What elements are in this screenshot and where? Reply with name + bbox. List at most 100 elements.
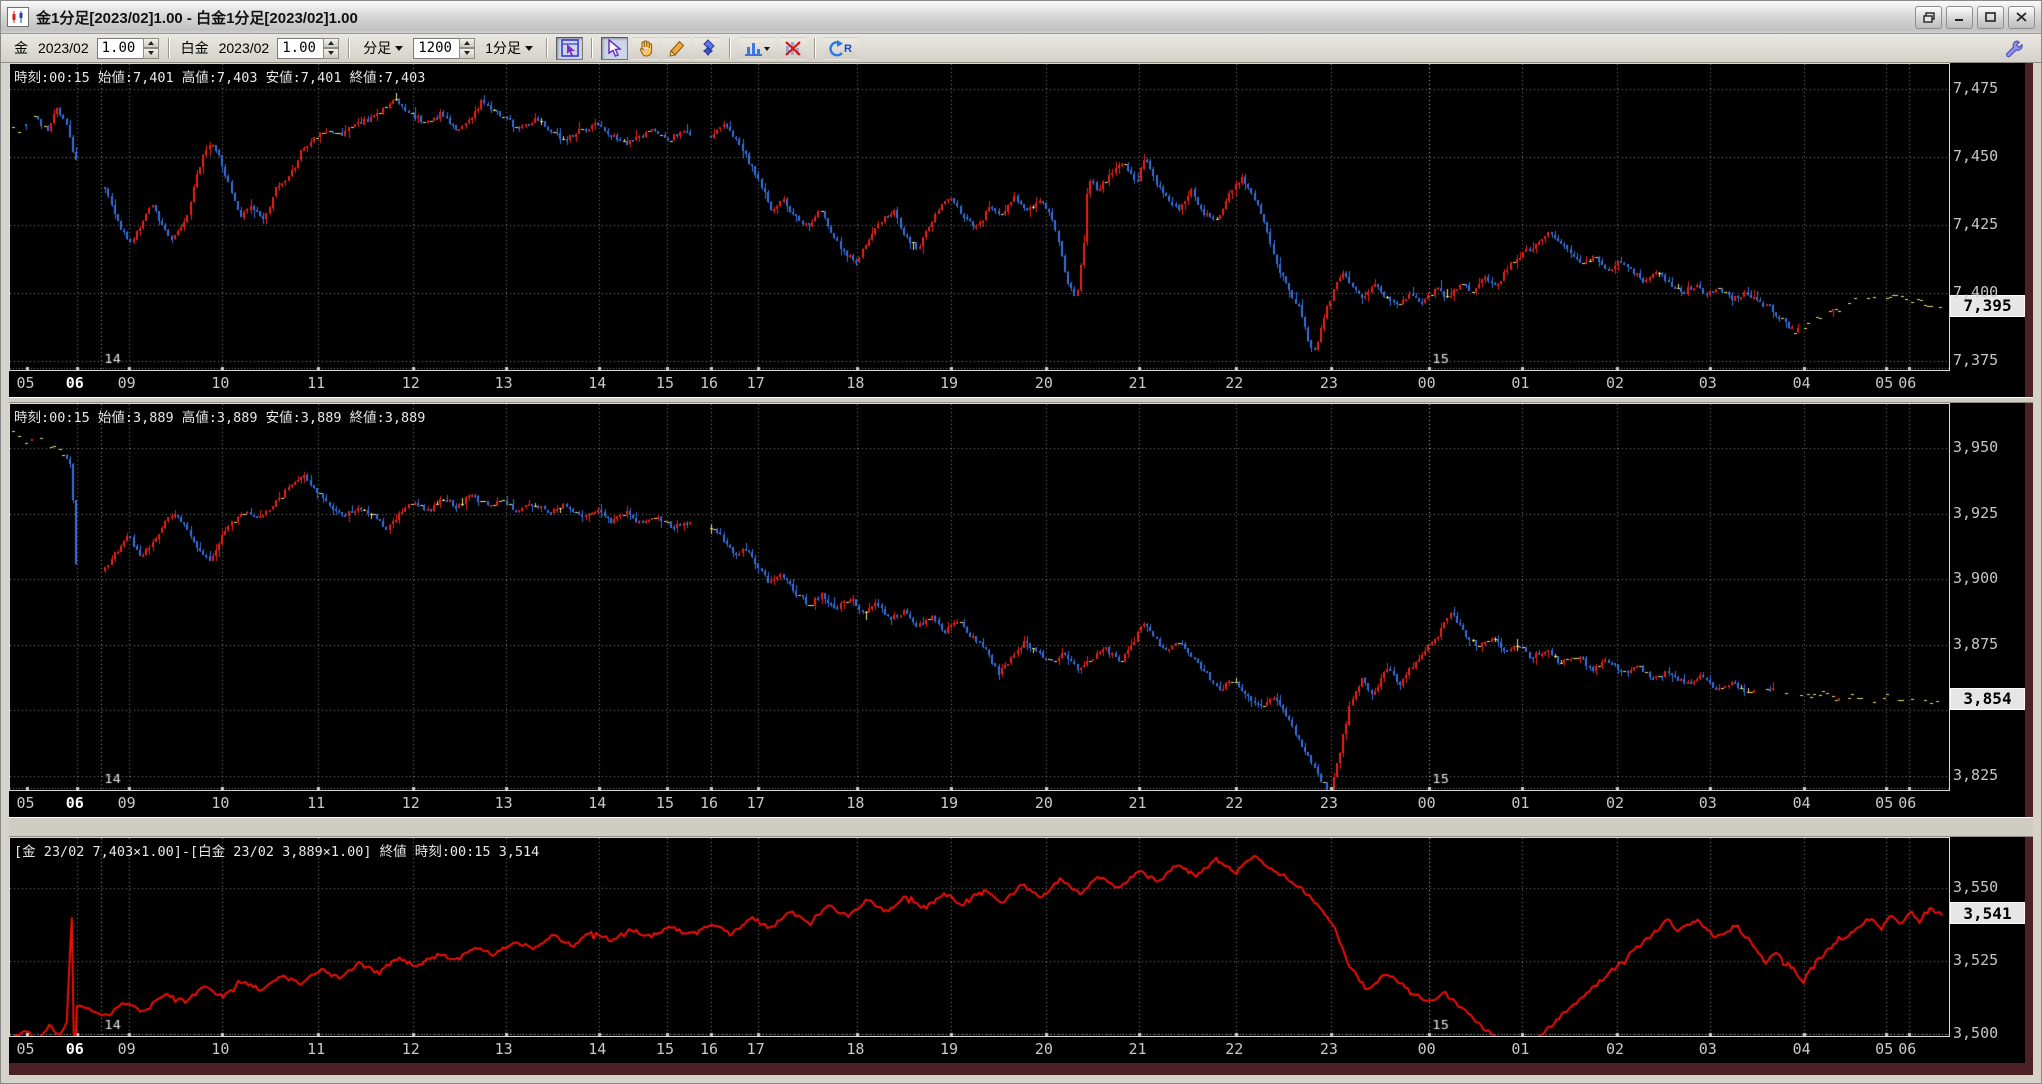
y-tick-label: 3,825 [1953,766,1999,785]
x-tick-label: 19 [939,374,959,392]
toolbar-separator [546,38,549,58]
platinum-chart-panel: 時刻:00:15 始値:3,889 高値:3,889 安値:3,889 終値:3… [9,403,2025,817]
maximize-button[interactable] [1977,5,2004,29]
pointer-icon [607,39,622,57]
x-tick-label: 17 [746,374,765,392]
x-tick-label: 10 [211,374,230,392]
chart-cursor-tool-button[interactable] [556,36,584,60]
x-tick-label: 04 [1792,794,1811,812]
window-title: 金1分足[2023/02]1.00 - 白金1分足[2023/02]1.00 [36,9,358,27]
x-tick-label: 03 [1698,374,1717,392]
up-arrow-icon [464,40,471,45]
platinum-ratio-up-button[interactable] [323,37,340,48]
chevron-down-icon [525,45,534,51]
y-tick-label: 3,950 [1953,438,1999,457]
axis-corner [1950,371,2025,397]
gold-ratio-down-button[interactable] [142,48,159,59]
bar-chart-icon [745,43,771,56]
toolbar: 金 2023/02 1.00 白金 2023/02 1.00 分足 1200 1… [1,34,2041,63]
bar-count-up-button[interactable] [459,37,476,48]
platinum-ratio-value[interactable]: 1.00 [277,37,324,59]
bar-count-value[interactable]: 1200 [413,37,460,59]
up-arrow-icon [147,40,154,45]
y-tick-label: 7,375 [1953,351,1999,370]
gold-chart-canvas[interactable] [10,64,1949,370]
down-arrow-icon [464,51,471,56]
x-tick-label: 05 [16,794,35,812]
refresh-icon: R [829,40,852,57]
x-tick-label: 21 [1128,1040,1147,1058]
platinum-symbol-label: 白金 [180,40,209,56]
platinum-chart-canvas[interactable] [10,404,1949,790]
app-candlestick-icon [7,7,29,27]
minimize-button[interactable] [1946,5,1973,29]
x-tick-label: 06 [1898,1040,1917,1058]
cascade-window-button[interactable] [1915,5,1942,29]
x-tick-label: 01 [1511,794,1530,812]
x-tick-label: 09 [117,794,136,812]
x-tick-label: 12 [401,374,420,392]
x-tick-label: 19 [939,794,959,812]
x-tick-label: 05 [16,374,35,392]
hand-pan-tool-button[interactable] [632,36,660,60]
x-tick-label: 00 [1417,794,1436,812]
interval-dropdown[interactable]: 1分足 [482,36,536,60]
marker-move-icon [702,39,715,56]
spread-current-price-box: 3,541 [1950,902,2025,925]
toolbar-separator [348,38,351,58]
toolbar-separator [729,38,732,58]
refresh-chart-button[interactable]: R [824,36,859,60]
platinum-ratio-down-button[interactable] [323,48,340,59]
spread-plot-area[interactable]: [金 23/02 7,403×1.00]-[白金 23/02 3,889×1.0… [9,837,1950,1037]
x-tick-label: 05 [1875,794,1894,812]
x-tick-label: 06 [65,1040,84,1058]
title-bar[interactable]: 金1分足[2023/02]1.00 - 白金1分足[2023/02]1.00 [1,1,2041,34]
x-tick-label: 01 [1511,1040,1530,1058]
x-tick-label: 13 [494,374,513,392]
pencil-tool-button[interactable] [663,36,691,60]
app-window: 金1分足[2023/02]1.00 - 白金1分足[2023/02]1.00 金… [0,0,2042,1084]
x-tick-label: 18 [846,1040,865,1058]
wrench-icon [2006,39,2023,57]
chart-style-button[interactable] [739,36,776,60]
x-tick-label: 12 [401,794,420,812]
x-tick-label: 23 [1319,1040,1338,1058]
gold-plot-area[interactable]: 時刻:00:15 始値:7,401 高値:7,403 安値:7,401 終値:7… [9,63,1950,371]
x-tick-label: 02 [1606,794,1625,812]
bar-type-dropdown[interactable]: 分足 [360,36,406,60]
close-button[interactable] [2008,5,2035,29]
x-tick-label: 11 [307,374,326,392]
pointer-tool-button[interactable] [601,36,629,60]
delete-chart-button[interactable] [779,36,807,60]
y-tick-label: 7,475 [1953,79,1999,98]
spread-chart-canvas[interactable] [10,838,1949,1036]
x-tick-label: 00 [1417,374,1436,392]
x-tick-label: 15 [655,1040,674,1058]
x-tick-label: 22 [1225,1040,1244,1058]
pencil-icon [668,40,684,57]
gold-chart-panel: 時刻:00:15 始値:7,401 高値:7,403 安値:7,401 終値:7… [9,63,2025,397]
bar-count-spinner[interactable]: 1200 [413,37,476,59]
x-tick-label: 01 [1511,374,1530,392]
hand-icon [639,40,652,57]
chart-client-area: 時刻:00:15 始値:7,401 高値:7,403 安値:7,401 終値:7… [9,63,2033,1075]
panel-splitter[interactable] [9,817,2033,837]
x-tick-label: 17 [746,1040,765,1058]
gold-ratio-value[interactable]: 1.00 [96,37,143,59]
x-tick-label: 14 [588,1040,607,1058]
x-tick-label: 06 [1898,374,1917,392]
delete-chart-icon [784,41,801,56]
platinum-ratio-spinner[interactable]: 1.00 [277,37,340,59]
settings-wrench-button[interactable] [2000,37,2027,60]
gold-contract-month: 2023/02 [38,40,89,56]
platinum-y-axis: 3,854 3,950 3,925 3,900 3,875 3,825 [1950,403,2025,791]
platinum-plot-area[interactable]: 時刻:00:15 始値:3,889 高値:3,889 安値:3,889 終値:3… [9,403,1950,791]
x-tick-label: 20 [1034,1040,1053,1058]
y-tick-label: 3,925 [1953,503,1999,522]
bar-count-down-button[interactable] [459,48,476,59]
gold-ratio-up-button[interactable] [142,37,159,48]
x-tick-label: 22 [1225,794,1244,812]
gold-ratio-spinner[interactable]: 1.00 [96,37,159,59]
marker-move-tool-button[interactable] [694,36,722,60]
x-tick-label: 14 [588,374,607,392]
